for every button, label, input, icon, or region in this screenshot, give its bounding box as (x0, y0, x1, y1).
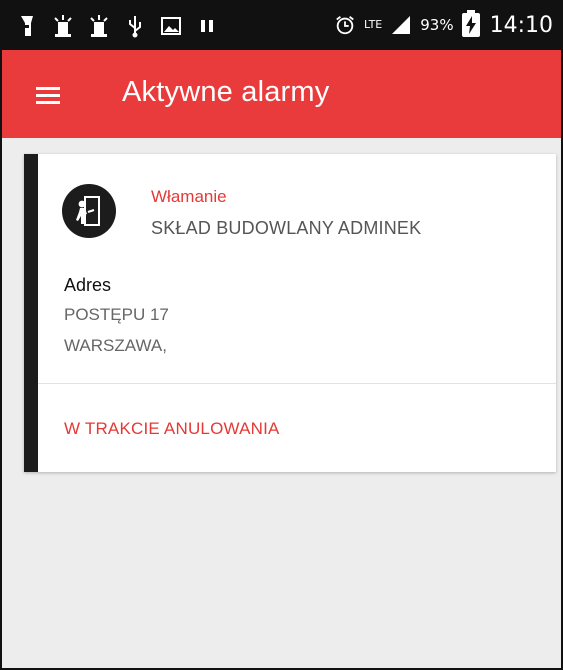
status-bar: LTE 93% 14:10 (2, 2, 561, 50)
address-label: Adres (64, 275, 112, 295)
intruder-door-icon (62, 184, 116, 238)
address-street: POSTĘPU 17 (64, 305, 169, 324)
card-divider (38, 383, 556, 384)
signal-icon (390, 12, 412, 38)
alarm-card[interactable]: Włamanie SKŁAD BUDOWLANY ADMINEK Adres P… (24, 154, 556, 472)
hamburger-menu-icon[interactable] (34, 78, 68, 110)
beacon-icon (52, 13, 74, 39)
beacon-icon (88, 13, 110, 39)
pause-icon (196, 13, 218, 39)
alarm-object-name: SKŁAD BUDOWLANY ADMINEK (151, 218, 422, 238)
usb-icon (124, 13, 146, 39)
page-title: Aktywne alarmy (122, 76, 330, 108)
alarm-type: Włamanie (151, 187, 227, 206)
image-icon (160, 13, 182, 39)
battery-percent: 93% (420, 16, 454, 34)
status-bar-system: LTE 93% 14:10 (334, 10, 553, 40)
battery-charging-icon (461, 10, 480, 37)
app-screen: LTE 93% 14:10 Aktywne alarmy Włamanie SK… (0, 0, 563, 670)
status-bar-notifications (16, 12, 218, 40)
flashlight-icon (16, 13, 38, 39)
alarm-status-button[interactable]: W TRAKCIE ANULOWANIA (64, 419, 280, 439)
app-bar: Aktywne alarmy (2, 50, 561, 138)
alarm-clock-icon (334, 12, 356, 38)
lte-icon: LTE (363, 18, 383, 31)
card-accent-bar (24, 154, 38, 472)
address-city: WARSZAWA, (64, 336, 167, 355)
clock: 14:10 (489, 12, 553, 38)
